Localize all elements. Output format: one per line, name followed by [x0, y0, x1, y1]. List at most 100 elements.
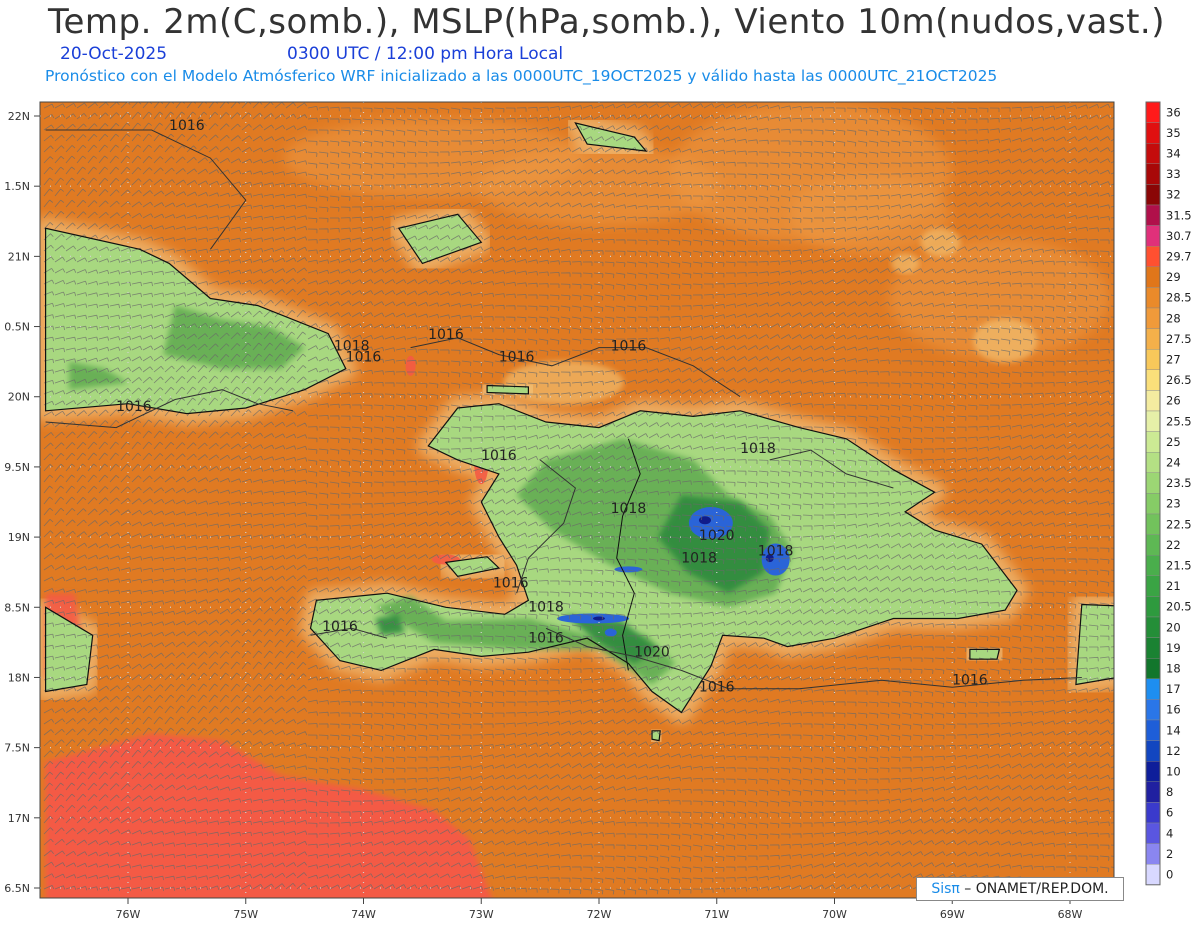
credit-box: Sisπ – ONAMET/REP.DOM. [916, 877, 1124, 901]
colorbar-swatch [1145, 740, 1161, 762]
isobar-label: 1016 [169, 118, 205, 134]
latitude-label: 22N [8, 110, 30, 123]
colorbar-swatch [1145, 410, 1161, 432]
isobar-label: 1020 [699, 528, 735, 544]
colorbar-swatch [1145, 596, 1161, 618]
colorbar-swatch [1145, 266, 1161, 288]
latitude-label: 18N [8, 671, 30, 684]
colorbar-swatch [1145, 225, 1161, 247]
colorbar-swatch [1145, 122, 1161, 144]
longitude-label: 68W [1058, 908, 1083, 921]
land-summit [593, 616, 605, 621]
map-layers: 1016 1016 1016 1016 1018 1016 1016 1016 1018 1018… [40, 102, 1114, 898]
colorbar-swatch [1145, 431, 1161, 453]
colorbar-swatch [1145, 184, 1161, 206]
latitude-label: 6.5N [4, 882, 30, 895]
colorbar-swatch [1145, 761, 1161, 783]
colorbar-label: 32 [1166, 188, 1181, 202]
colorbar-label: 17 [1166, 682, 1181, 696]
colorbar-label: 2 [1166, 847, 1173, 861]
land-lowland [969, 649, 1000, 660]
colorbar-label: 31.5 [1166, 208, 1192, 222]
isobar-label: 1016 [528, 630, 564, 646]
colorbar-label: 12 [1166, 744, 1181, 758]
colorbar-label: 26.5 [1166, 373, 1192, 387]
colorbar-swatch [1145, 843, 1161, 865]
colorbar-swatch [1145, 369, 1161, 391]
forecast-date: 20-Oct-2025 [60, 44, 168, 64]
isobar-label: 1018 [758, 543, 794, 559]
warm-sea-patch [479, 146, 719, 227]
credit-brand: Sisπ [931, 881, 960, 897]
isobar-label: 1020 [634, 644, 670, 660]
colorbar-swatch [1145, 637, 1161, 659]
latitude-label: 19N [8, 531, 30, 544]
longitude-label: 69W [940, 908, 965, 921]
land-summit [698, 516, 711, 525]
colorbar-swatch [1145, 287, 1161, 309]
isobar-label: 1018 [681, 550, 717, 566]
colorbar-label: 4 [1166, 826, 1173, 840]
isobar-label: 1016 [116, 399, 152, 415]
model-description: Pronóstico con el Modelo Atmósferico WRF… [45, 67, 998, 85]
longitude-axis: 76W 75W 74W 73W 72W 71W 70W 69W 68W [116, 898, 1083, 921]
isobar-label: 1016 [611, 338, 647, 354]
colorbar-label: 6 [1166, 806, 1173, 820]
colorbar-swatch [1145, 864, 1161, 886]
longitude-label: 71W [704, 908, 729, 921]
latitude-label: 1.5N [4, 180, 30, 193]
forecast-time: 0300 UTC / 12:00 pm Hora Local [287, 44, 564, 64]
isobar-label: 1016 [481, 448, 517, 464]
longitude-label: 74W [351, 908, 376, 921]
longitude-label: 76W [116, 908, 141, 921]
colorbar-label: 36 [1166, 105, 1181, 119]
colorbar-label: 34 [1166, 147, 1181, 161]
colorbar-label: 16 [1166, 703, 1181, 717]
colorbar-swatch [1145, 204, 1161, 226]
colorbar-swatch [1145, 534, 1161, 556]
isobar-label: 1016 [493, 576, 529, 592]
colorbar-swatch [1145, 142, 1161, 164]
isobar-label: 1018 [740, 441, 776, 457]
longitude-label: 70W [822, 908, 847, 921]
colorbar-label: 0 [1166, 868, 1173, 882]
isobar-label: 1018 [611, 501, 647, 517]
colorbar-swatch [1145, 493, 1161, 515]
map-title: Temp. 2m(C,somb.), MSLP(hPa,somb.), Vien… [48, 2, 1165, 42]
latitude-label: 17N [8, 812, 30, 825]
colorbar-label: 25 [1166, 435, 1181, 449]
colorbar-swatch [1145, 699, 1161, 721]
colorbar-label: 22 [1166, 538, 1181, 552]
colorbar-label: 10 [1166, 765, 1181, 779]
colorbar-label: 27 [1166, 353, 1181, 367]
colorbar-label: 14 [1166, 723, 1181, 737]
latitude-label: 0.5N [4, 321, 30, 334]
isobar-label: 1016 [428, 327, 464, 343]
shoal-patch [920, 228, 961, 257]
colorbar-swatch [1145, 575, 1161, 597]
colorbar-label: 35 [1166, 126, 1181, 140]
colorbar-swatch [1145, 822, 1161, 844]
colorbar-swatch [1145, 472, 1161, 494]
colorbar-label: 28.5 [1166, 291, 1192, 305]
colorbar-swatch [1145, 349, 1161, 371]
isobar-label: 1016 [346, 350, 382, 366]
credit-org: – ONAMET/REP.DOM. [959, 881, 1109, 897]
colorbar-label: 20 [1166, 620, 1181, 634]
colorbar-label: 21.5 [1166, 559, 1192, 573]
colorbar-swatch [1145, 328, 1161, 350]
warm-sea-patch [405, 355, 416, 376]
latitude-label: 21N [8, 250, 30, 263]
isobar-label: 1016 [499, 350, 535, 366]
latitude-label: 20N [8, 391, 30, 404]
colorbar-swatch [1145, 101, 1161, 123]
colorbar-label: 24 [1166, 456, 1181, 470]
colorbar-swatch [1145, 802, 1161, 824]
latitude-axis: 22N 1.5N 21N 0.5N 20N 9.5N 19N 8.5N 18N 7.5N 17N 6.… [4, 110, 40, 895]
colorbar-label: 20.5 [1166, 600, 1192, 614]
colorbar-label: 19 [1166, 641, 1181, 655]
latitude-label: 7.5N [4, 742, 30, 755]
colorbar-label: 29.7 [1166, 250, 1192, 264]
colorbar-label: 18 [1166, 662, 1181, 676]
temperature-colorbar: 363534333231.530.729.72928.52827.52726.5… [1145, 101, 1192, 886]
